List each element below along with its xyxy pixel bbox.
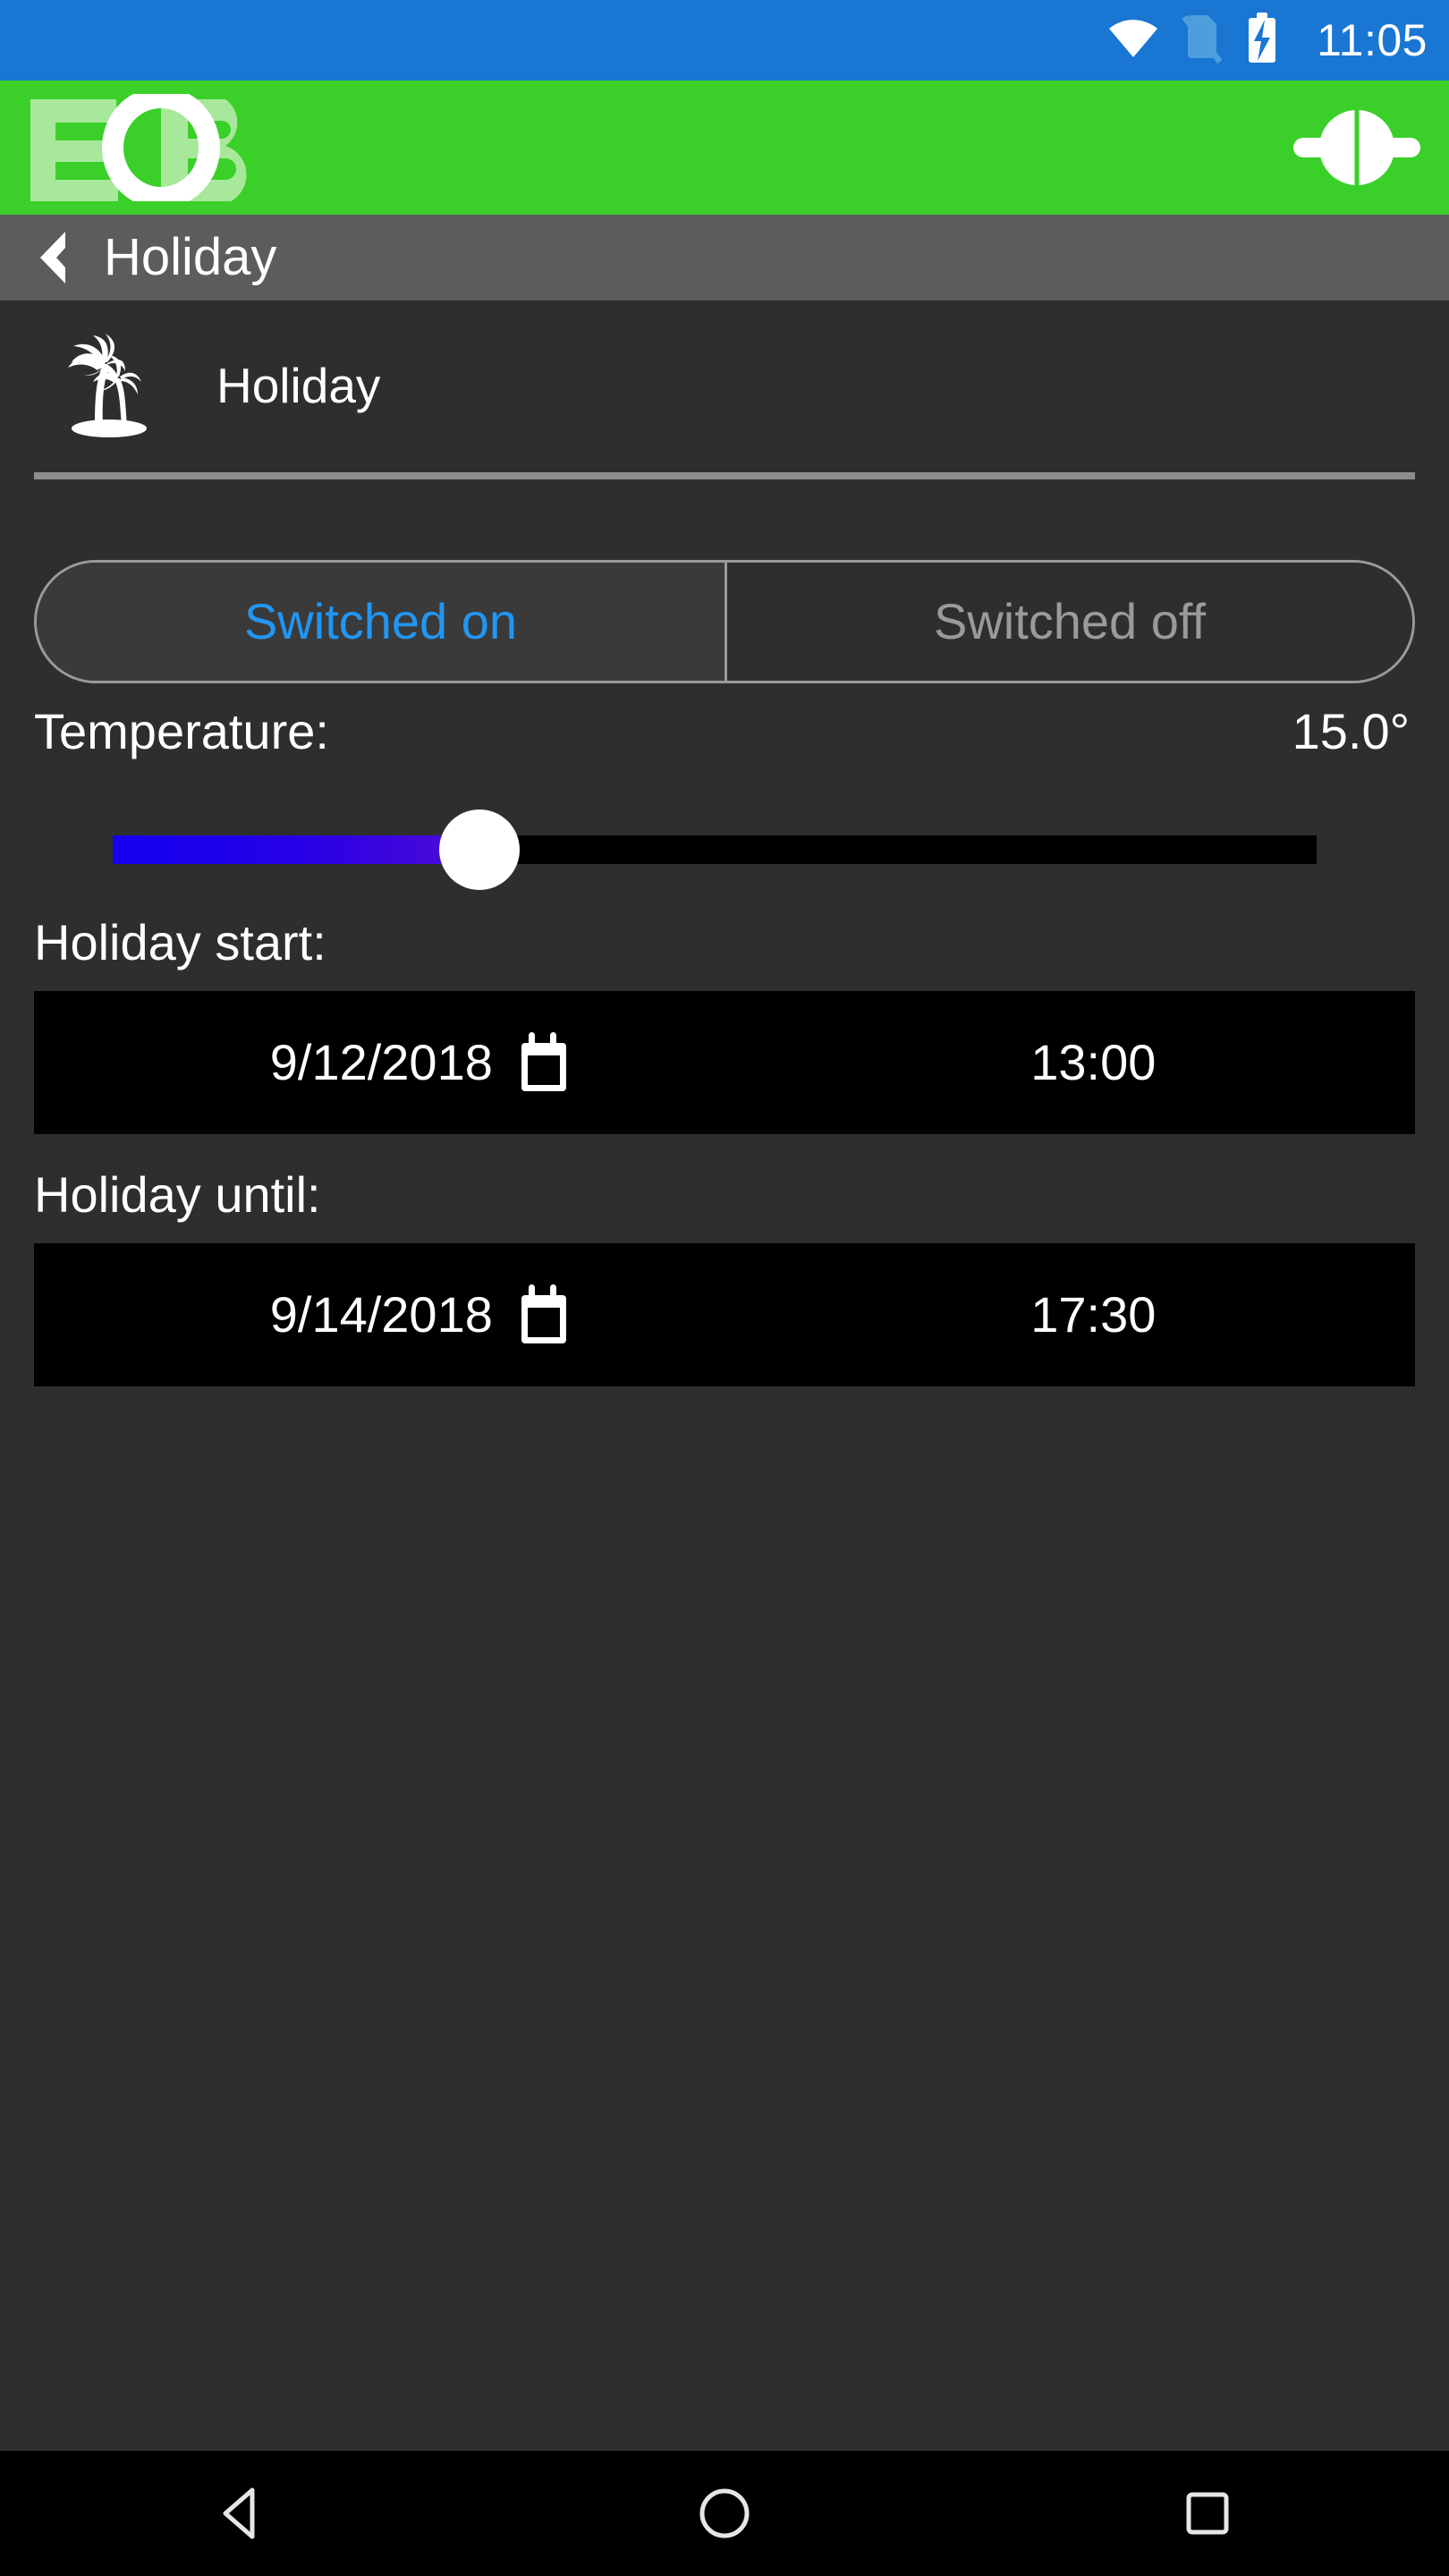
slider-fill <box>113 835 453 864</box>
status-clock: 11:05 <box>1317 15 1428 65</box>
palm-tree-icon <box>55 332 163 439</box>
calendar-icon <box>516 1030 572 1095</box>
holiday-until-time: 17:30 <box>1030 1286 1157 1343</box>
slider-thumb[interactable] <box>439 809 520 890</box>
page-title: Holiday <box>104 228 277 286</box>
temperature-row: Temperature: 15.0° <box>34 707 1415 757</box>
temperature-value: 15.0° <box>1292 703 1410 759</box>
holiday-start-label: Holiday start: <box>34 914 326 970</box>
holiday-start-time: 13:00 <box>1030 1034 1157 1090</box>
status-icons: 11:05 <box>1107 12 1428 69</box>
toggle-switched-off[interactable]: Switched off <box>724 563 1412 681</box>
holiday-start-field: 9/12/2018 13:00 <box>34 991 1415 1134</box>
back-chevron-icon[interactable] <box>23 228 77 287</box>
holiday-until-date-button[interactable]: 9/14/2018 <box>34 1283 808 1347</box>
page-header-title: Holiday <box>216 357 381 413</box>
sim-off-icon <box>1182 13 1223 68</box>
temperature-slider[interactable] <box>34 801 1415 890</box>
android-recents-icon[interactable] <box>1118 2451 1297 2576</box>
holiday-until-field: 9/14/2018 17:30 <box>34 1243 1415 1386</box>
status-bar: 11:05 <box>0 0 1449 80</box>
content-area: Holiday Switched on Switched off Tempera… <box>0 301 1449 2451</box>
eob-logo <box>27 94 277 201</box>
android-home-icon[interactable] <box>635 2451 814 2576</box>
holiday-start-date: 9/12/2018 <box>269 1034 493 1090</box>
title-bar: Holiday <box>0 215 1449 301</box>
toggle-switched-off-label: Switched off <box>933 593 1207 649</box>
temperature-label: Temperature: <box>34 703 329 759</box>
target-connector-icon[interactable] <box>1290 98 1424 197</box>
toggle-switched-on-label: Switched on <box>243 593 518 649</box>
holiday-start-time-button[interactable]: 13:00 <box>808 1038 1415 1088</box>
holiday-until-date: 9/14/2018 <box>269 1286 493 1343</box>
toggle-switched-on[interactable]: Switched on <box>37 563 724 681</box>
mode-toggle: Switched on Switched off <box>34 560 1415 683</box>
brand-bar <box>0 80 1449 215</box>
holiday-until-label: Holiday until: <box>34 1166 321 1223</box>
battery-charging-icon <box>1245 12 1279 69</box>
header-divider <box>34 472 1415 479</box>
page-header: Holiday <box>34 301 1415 470</box>
system-navigation-bar <box>0 2451 1449 2576</box>
wifi-icon <box>1107 18 1159 64</box>
holiday-start-date-button[interactable]: 9/12/2018 <box>34 1030 808 1095</box>
app-root: 11:05 Holiday Holiday Switched on Switch… <box>0 0 1449 2576</box>
android-back-icon[interactable] <box>152 2451 331 2576</box>
calendar-icon <box>516 1283 572 1347</box>
holiday-until-time-button[interactable]: 17:30 <box>808 1290 1415 1340</box>
